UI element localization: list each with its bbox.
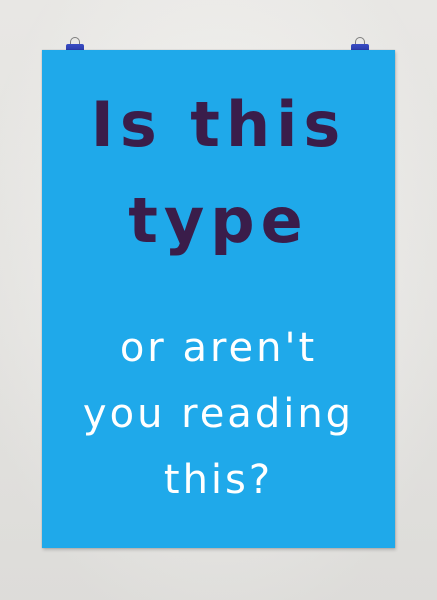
poster-subline-1: or aren't bbox=[119, 325, 318, 371]
poster-headline-line-1: Is this bbox=[90, 88, 347, 161]
poster-subline-3: this? bbox=[163, 457, 274, 503]
poster-headline-line-2: type bbox=[128, 184, 309, 257]
poster: Is this type or aren't you reading this? bbox=[42, 50, 395, 548]
poster-subline-2: you reading bbox=[82, 391, 355, 437]
